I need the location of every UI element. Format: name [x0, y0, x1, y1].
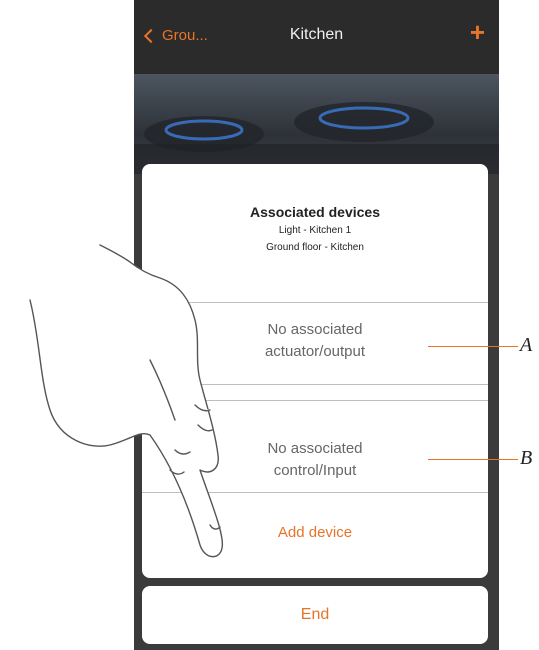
- kitchen-background-photo: [134, 74, 499, 174]
- add-device-button[interactable]: Add device: [142, 524, 488, 541]
- divider: [142, 302, 488, 303]
- stove-burners-image: [134, 102, 499, 174]
- callout-line-b: [428, 459, 518, 460]
- card-header: Associated devices Light - Kitchen 1 Gro…: [142, 204, 488, 253]
- divider: [142, 384, 488, 385]
- divider: [142, 492, 488, 493]
- actuator-output-section[interactable]: No associated actuator/output: [142, 319, 488, 363]
- callout-line-a: [428, 346, 518, 347]
- divider: [142, 400, 488, 401]
- control-line2: control/Input: [273, 462, 357, 479]
- control-input-section[interactable]: No associated control/Input: [142, 438, 488, 482]
- actuator-line1: No associated: [267, 321, 363, 338]
- actuator-line2: actuator/output: [264, 343, 366, 360]
- step-number-badge: 9: [84, 341, 110, 367]
- page-title: Kitchen: [289, 26, 344, 43]
- callout-label-b: B: [520, 447, 533, 469]
- associated-devices-card: Associated devices Light - Kitchen 1 Gro…: [142, 164, 488, 578]
- add-icon[interactable]: +: [470, 19, 485, 45]
- top-bar: Grou... Kitchen +: [134, 0, 499, 74]
- card-title: Associated devices: [250, 204, 380, 220]
- end-button[interactable]: End: [142, 586, 488, 644]
- callout-label-a: A: [520, 334, 533, 356]
- device-name: Light - Kitchen 1: [278, 225, 352, 236]
- control-line1: No associated: [267, 440, 363, 457]
- device-location: Ground floor - Kitchen: [266, 242, 364, 253]
